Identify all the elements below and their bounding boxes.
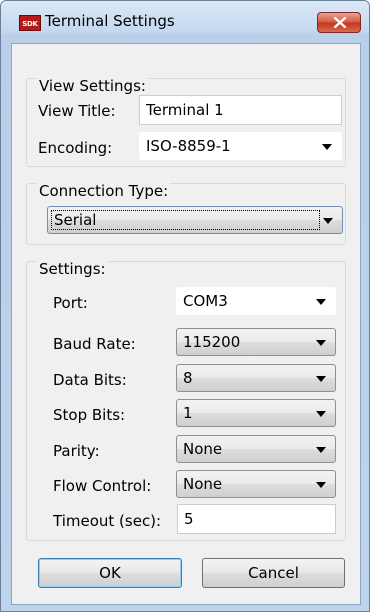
encoding-label: Encoding: (38, 139, 113, 157)
data-bits-select[interactable]: 8 (176, 364, 336, 392)
port-value: COM3 (183, 292, 228, 310)
window-title: Terminal Settings (45, 12, 175, 30)
encoding-select[interactable]: ISO-8859-1 (139, 132, 342, 160)
chevron-down-icon (316, 340, 326, 346)
settings-title: Settings: (37, 260, 108, 278)
parity-value: None (183, 440, 223, 458)
stop-bits-select[interactable]: 1 (176, 399, 336, 427)
view-title-label: View Title: (38, 102, 116, 120)
parity-select[interactable]: None (176, 435, 336, 463)
chevron-down-icon (316, 482, 326, 488)
flow-control-select[interactable]: None (176, 470, 336, 498)
chevron-down-icon (316, 411, 326, 417)
port-select[interactable]: COM3 (176, 287, 336, 315)
stop-bits-value: 1 (183, 404, 193, 422)
parity-label: Parity: (53, 442, 100, 460)
cancel-button[interactable]: Cancel (202, 558, 345, 588)
connection-type-title: Connection Type: (37, 182, 171, 200)
chevron-down-icon (316, 299, 326, 305)
chevron-down-icon (316, 447, 326, 453)
port-label: Port: (53, 294, 88, 312)
title-bar[interactable]: SDK Terminal Settings (1, 1, 369, 33)
timeout-label: Timeout (sec): (53, 512, 162, 530)
view-settings-title: View Settings: (37, 77, 148, 95)
data-bits-label: Data Bits: (53, 371, 127, 389)
encoding-value: ISO-8859-1 (146, 137, 231, 155)
flow-control-label: Flow Control: (53, 477, 152, 495)
close-button[interactable] (317, 12, 361, 33)
chevron-down-icon (316, 376, 326, 382)
connection-type-select[interactable]: Serial (47, 206, 343, 234)
chevron-down-icon (323, 218, 333, 224)
chevron-down-icon (322, 144, 332, 150)
ok-button[interactable]: OK (38, 558, 182, 588)
sdk-app-icon: SDK (19, 15, 41, 31)
close-icon (334, 17, 346, 28)
baud-rate-select[interactable]: 115200 (176, 328, 336, 356)
flow-control-value: None (183, 475, 223, 493)
timeout-input[interactable]: 5 (177, 504, 336, 534)
baud-rate-label: Baud Rate: (53, 335, 136, 353)
baud-rate-value: 115200 (183, 333, 241, 351)
view-title-input[interactable]: Terminal 1 (139, 95, 342, 125)
connection-type-value: Serial (54, 211, 97, 229)
data-bits-value: 8 (183, 369, 193, 387)
stop-bits-label: Stop Bits: (53, 406, 126, 424)
terminal-settings-dialog: SDK Terminal Settings View Settings: Vie… (0, 0, 370, 612)
